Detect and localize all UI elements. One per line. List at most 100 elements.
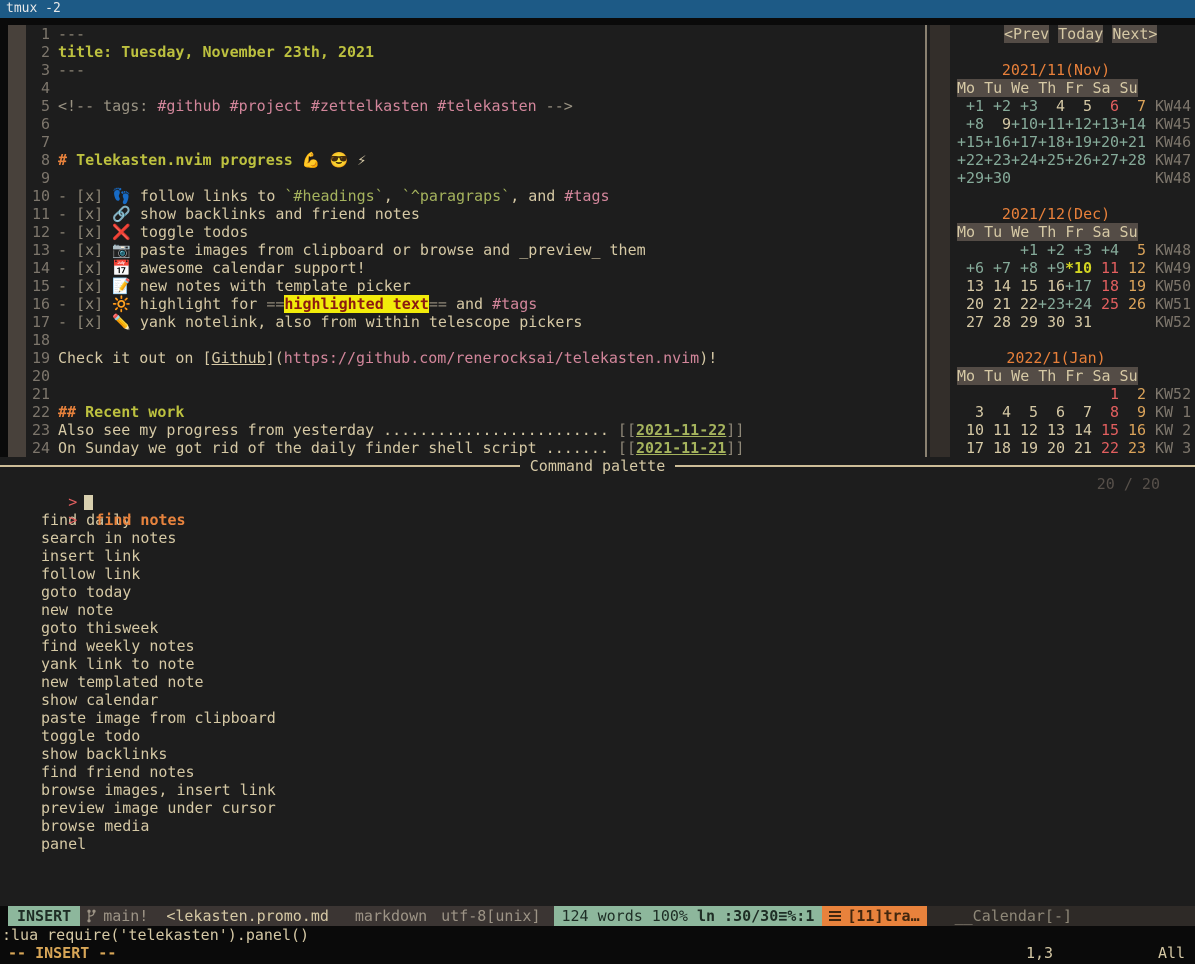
editor-line[interactable]: 21 <box>0 385 925 403</box>
calendar-day[interactable]: +23 <box>1038 295 1065 313</box>
calendar-day[interactable]: 31 <box>1065 313 1092 331</box>
calendar-day[interactable]: 11 <box>984 421 1011 439</box>
calendar-day[interactable]: 4 <box>984 403 1011 421</box>
calendar-day[interactable]: 26 <box>1119 295 1146 313</box>
calendar-day[interactable]: +30 <box>984 169 1011 187</box>
calendar-day[interactable]: +22 <box>957 151 984 169</box>
calendar-day[interactable]: 14 <box>1065 421 1092 439</box>
calendar-day[interactable]: 15 <box>1011 277 1038 295</box>
calendar-day[interactable]: 25 <box>1092 295 1119 313</box>
calendar-day[interactable]: 14 <box>984 277 1011 295</box>
calendar-day[interactable]: +2 <box>984 97 1011 115</box>
editor-line[interactable]: 13- [x] 📷 paste images from clipboard or… <box>0 241 925 259</box>
editor-line[interactable]: 19Check it out on [Github](https://githu… <box>0 349 925 367</box>
calendar-day[interactable]: 19 <box>1011 439 1038 457</box>
editor-line[interactable]: 14- [x] 📅 awesome calendar support! <box>0 259 925 277</box>
calendar-day[interactable]: +29 <box>957 169 984 187</box>
calendar-day[interactable]: 19 <box>1119 277 1146 295</box>
note-link[interactable]: 2021-11-21 <box>636 439 726 457</box>
palette-item[interactable]: new note <box>0 601 1195 619</box>
calendar-day[interactable]: 29 <box>1011 313 1038 331</box>
editor-line[interactable]: 6 <box>0 115 925 133</box>
editor-lines[interactable]: 1---2title: Tuesday, November 23th, 2021… <box>0 25 925 457</box>
calendar-day[interactable]: 4 <box>1038 97 1065 115</box>
calendar-day[interactable]: +12 <box>1065 115 1092 133</box>
note-link[interactable]: 2021-11-22 <box>636 421 726 439</box>
palette-item[interactable]: toggle todo <box>0 727 1195 745</box>
calendar-day[interactable]: +25 <box>1038 151 1065 169</box>
calendar-day[interactable]: 22 <box>1092 439 1119 457</box>
calendar-day[interactable]: 18 <box>984 439 1011 457</box>
palette-item[interactable]: browse media <box>0 817 1195 835</box>
calendar-day[interactable]: +8 <box>957 115 984 133</box>
calendar-day[interactable]: +2 <box>1038 241 1065 259</box>
calendar-day[interactable]: 27 <box>957 313 984 331</box>
calendar-day[interactable]: +14 <box>1119 115 1146 133</box>
calendar-day[interactable]: 13 <box>957 277 984 295</box>
calendar-day[interactable]: 7 <box>1119 97 1146 115</box>
calendar-day[interactable]: 30 <box>1038 313 1065 331</box>
calendar-day[interactable]: +3 <box>1011 97 1038 115</box>
calendar-day[interactable]: +28 <box>1119 151 1146 169</box>
editor-line[interactable]: 3--- <box>0 61 925 79</box>
calendar-scrollbar[interactable] <box>930 25 950 457</box>
calendar-day[interactable]: +3 <box>1065 241 1092 259</box>
editor-line[interactable]: 11- [x] 🔗 show backlinks and friend note… <box>0 205 925 223</box>
calendar-day[interactable]: +1 <box>1011 241 1038 259</box>
calendar-day[interactable]: 9 <box>984 115 1011 133</box>
calendar-day[interactable]: +17 <box>1065 277 1092 295</box>
calendar-day[interactable]: +15 <box>957 133 984 151</box>
editor-line[interactable]: 18 <box>0 331 925 349</box>
palette-item[interactable]: show calendar <box>0 691 1195 709</box>
palette-item[interactable]: follow link <box>0 565 1195 583</box>
calendar-day[interactable]: 18 <box>1092 277 1119 295</box>
calendar-day[interactable]: 16 <box>1119 421 1146 439</box>
calendar-day[interactable]: +20 <box>1092 133 1119 151</box>
calendar-day[interactable]: +27 <box>1092 151 1119 169</box>
calendar-day[interactable]: 7 <box>1065 403 1092 421</box>
calendar-day[interactable]: +9 <box>1038 259 1065 277</box>
calendar-day[interactable]: 21 <box>1065 439 1092 457</box>
calendar-next-button[interactable]: Next> <box>1112 25 1157 43</box>
calendar-day[interactable]: +7 <box>984 259 1011 277</box>
editor-line[interactable]: 12- [x] ❌ toggle todos <box>0 223 925 241</box>
calendar-day[interactable]: +8 <box>1011 259 1038 277</box>
command-line[interactable]: :lua require('telekasten').panel() <box>0 926 1195 944</box>
editor-line[interactable]: 10- [x] 👣 follow links to `#headings`, `… <box>0 187 925 205</box>
calendar-day[interactable]: 10 <box>957 421 984 439</box>
editor-line[interactable]: 24On Sunday we got rid of the daily find… <box>0 439 925 457</box>
calendar-day[interactable]: 2 <box>1119 385 1146 403</box>
calendar-day[interactable]: 6 <box>1092 97 1119 115</box>
calendar-day[interactable]: 17 <box>957 439 984 457</box>
editor-line[interactable]: 20 <box>0 367 925 385</box>
calendar-day[interactable]: +11 <box>1038 115 1065 133</box>
calendar-day[interactable]: 20 <box>957 295 984 313</box>
calendar-day[interactable]: 5 <box>1065 97 1092 115</box>
editor-line[interactable]: 5<!-- tags: #github #project #zettelkast… <box>0 97 925 115</box>
palette-search-input[interactable]: > 20 / 20 <box>0 475 1195 493</box>
editor-line[interactable]: 7 <box>0 133 925 151</box>
text-span[interactable]: #tags <box>492 295 537 313</box>
calendar-day[interactable]: 6 <box>1038 403 1065 421</box>
calendar-day[interactable]: +16 <box>984 133 1011 151</box>
calendar-day[interactable]: +24 <box>1065 295 1092 313</box>
palette-item[interactable]: insert link <box>0 547 1195 565</box>
calendar-day[interactable]: +18 <box>1038 133 1065 151</box>
palette-item[interactable]: paste image from clipboard <box>0 709 1195 727</box>
palette-item[interactable]: find friend notes <box>0 763 1195 781</box>
palette-item[interactable]: goto thisweek <box>0 619 1195 637</box>
palette-item[interactable]: new templated note <box>0 673 1195 691</box>
palette-item[interactable]: preview image under cursor <box>0 799 1195 817</box>
calendar-day[interactable]: +19 <box>1065 133 1092 151</box>
editor-line[interactable]: 16- [x] 🔆 highlight for ==highlighted te… <box>0 295 925 313</box>
palette-item[interactable]: search in notes <box>0 529 1195 547</box>
calendar-prev-button[interactable]: <Prev <box>1004 25 1049 43</box>
calendar-day[interactable]: 12 <box>1119 259 1146 277</box>
calendar-day[interactable]: 1 <box>1092 385 1119 403</box>
editor-line[interactable]: 4 <box>0 79 925 97</box>
calendar-day[interactable]: 22 <box>1011 295 1038 313</box>
calendar-day[interactable]: 15 <box>1092 421 1119 439</box>
calendar-day[interactable]: +4 <box>1092 241 1119 259</box>
calendar-day[interactable]: +26 <box>1065 151 1092 169</box>
calendar-day[interactable]: +1 <box>957 97 984 115</box>
